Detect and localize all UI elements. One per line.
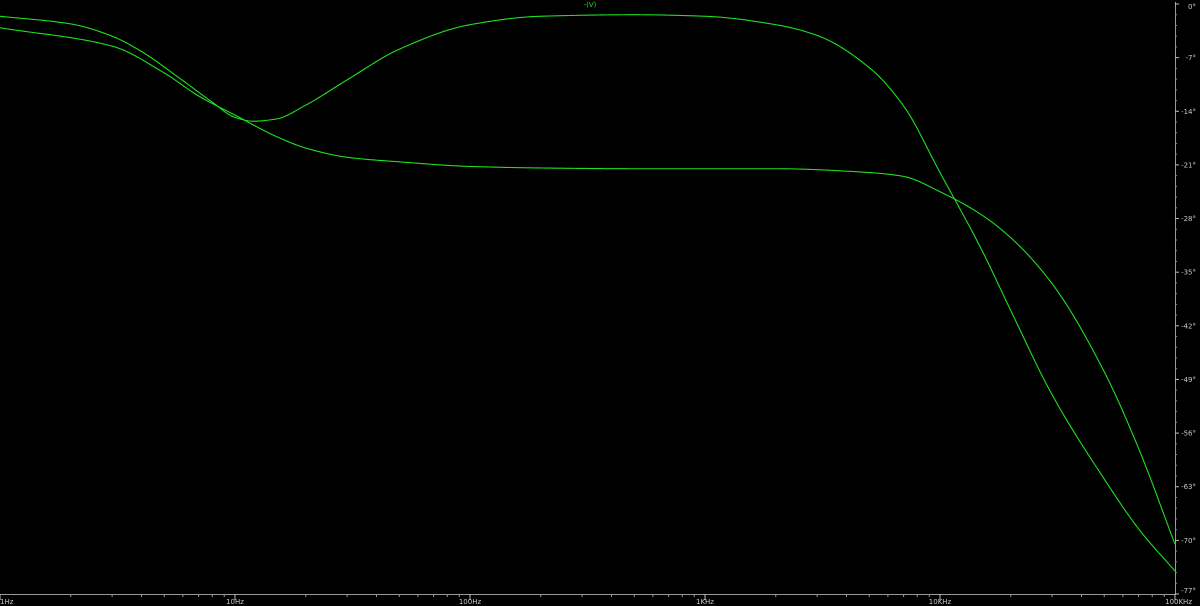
x-tick-label: 10KHz — [929, 598, 952, 606]
y-tick-label: -35° — [1181, 269, 1196, 277]
x-tick-label: 100Hz — [459, 598, 482, 606]
x-tick-label: 100KHz — [1165, 598, 1192, 606]
y-tick-label: -77° — [1181, 587, 1196, 595]
y-tick-label: -70° — [1181, 537, 1196, 545]
y-tick-label: -21° — [1181, 161, 1196, 169]
y-tick-label: -63° — [1181, 483, 1196, 491]
chart-title: -(V) — [584, 1, 597, 9]
y-tick-label: 0° — [1188, 3, 1196, 11]
x-tick-label: 10Hz — [226, 598, 244, 606]
x-tick-label: 1KHz — [696, 598, 714, 606]
plot-background — [0, 0, 1200, 606]
y-tick-label: -56° — [1181, 430, 1196, 438]
y-tick-label: -28° — [1181, 215, 1196, 223]
y-tick-label: -14° — [1181, 108, 1196, 116]
chart-svg: -(V) 1Hz 10Hz 100Hz 1KHz 10KHz 100KHz 0° -7° -1… — [0, 0, 1200, 606]
y-tick-label: -7° — [1186, 54, 1196, 62]
x-tick-label: 1Hz — [0, 598, 14, 606]
y-tick-label: -49° — [1181, 376, 1196, 384]
y-tick-label: -42° — [1181, 322, 1196, 330]
